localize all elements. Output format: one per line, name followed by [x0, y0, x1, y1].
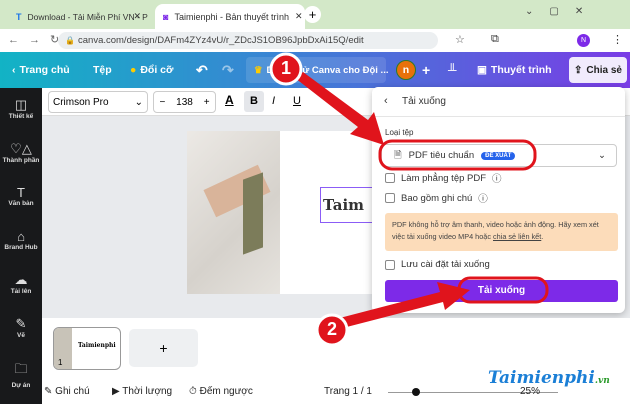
step-1-label: 1 — [280, 58, 291, 78]
highlight-download — [457, 276, 549, 304]
step-2-label: 2 — [326, 319, 337, 339]
arrow-2 — [332, 282, 470, 330]
highlight-file-type — [378, 139, 537, 171]
annotation-arrows — [269, 52, 549, 347]
arrow-1 — [295, 72, 384, 145]
